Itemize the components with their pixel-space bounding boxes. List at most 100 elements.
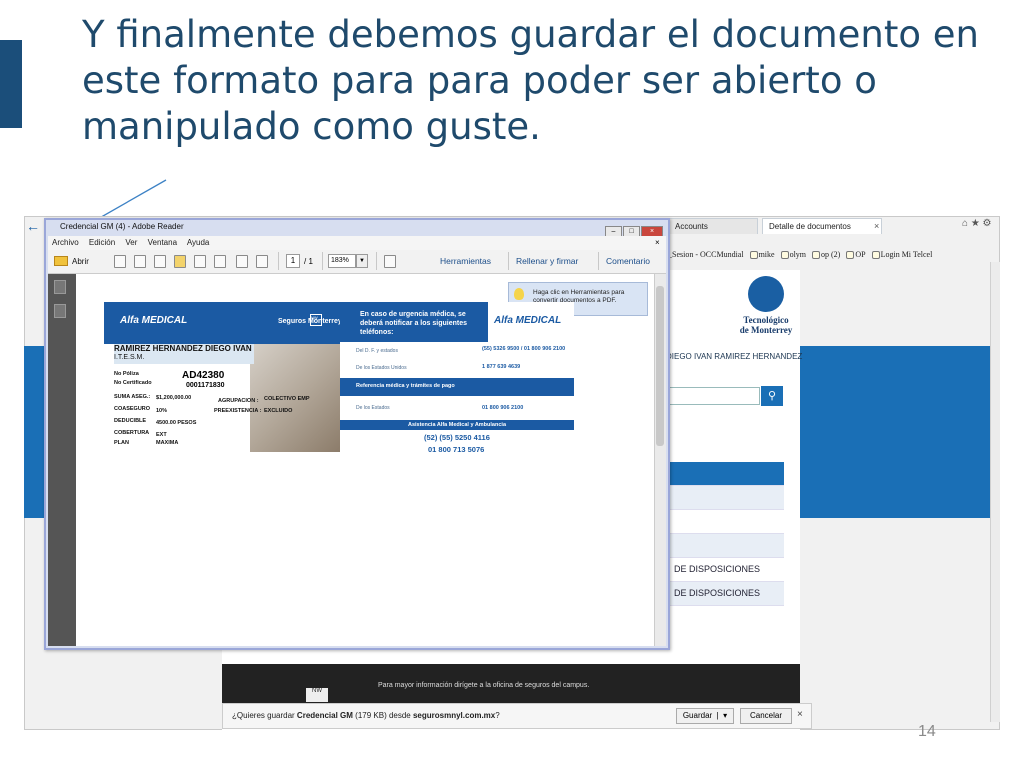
close-document-icon[interactable]: ×	[655, 238, 660, 247]
footer-logo: NW	[306, 688, 328, 702]
menu-ayuda[interactable]: Ayuda	[187, 238, 210, 247]
institution-logo: Tecnológico de Monterrey	[736, 276, 796, 335]
cert-label: No Certificado	[114, 380, 152, 386]
suma-label: SUMA ASEG.:	[114, 394, 151, 400]
urgency-text: En caso de urgencia médica, se deberá no…	[340, 302, 488, 342]
download-site: segurosmnyl.com.mx	[412, 711, 496, 720]
list-item[interactable]	[666, 486, 784, 510]
page-number: 14	[918, 723, 936, 740]
toolbar-separator	[278, 252, 279, 270]
folder-icon[interactable]	[174, 255, 186, 268]
cancel-button[interactable]: Cancelar	[740, 708, 792, 724]
close-icon[interactable]: ×	[797, 709, 803, 720]
preexistencia-value: EXCLUIDO	[264, 408, 293, 414]
toolbar-separator	[322, 252, 323, 270]
folder-icon	[54, 256, 68, 266]
coaseguro-value: 10%	[156, 408, 168, 414]
user-name: DIEGO IVAN RAMIREZ HERNANDEZ	[666, 352, 803, 361]
mail-icon[interactable]	[256, 255, 268, 268]
edit-icon[interactable]	[154, 255, 166, 268]
poliza-label: No Póliza	[114, 371, 139, 377]
list-item[interactable]: DE DISPOSICIONES	[666, 582, 784, 606]
scrollbar-thumb[interactable]	[656, 286, 664, 446]
list-item[interactable]	[666, 510, 784, 534]
lightbulb-icon	[514, 288, 524, 300]
save-button[interactable]: Guardar | ▾	[676, 708, 734, 724]
logo-line: de Monterrey	[739, 325, 793, 335]
tools-button[interactable]: Herramientas	[440, 256, 491, 266]
menu-ventana[interactable]: Ventana	[148, 238, 177, 247]
save-icon[interactable]	[214, 255, 226, 268]
browser-scrollbar[interactable]	[990, 262, 1000, 722]
suma-value: $1,200,000.00	[156, 395, 192, 401]
footer-text: Para mayor información dirígete a la ofi…	[378, 682, 590, 689]
df-label: Del D. F. y estados	[356, 348, 398, 354]
fit-page-icon[interactable]	[384, 255, 396, 268]
bookmark-item[interactable]: _Sesion - OCCMundial	[668, 250, 744, 259]
df-value: (55) 5326 9500 / 01 800 906 2100	[482, 346, 566, 352]
asistencia-bar: Asistencia Alfa Medical y Ambulancia	[340, 420, 574, 430]
cert-value: 0001171830	[186, 382, 225, 389]
convert-icon[interactable]	[134, 255, 146, 268]
print-icon[interactable]	[236, 255, 248, 268]
bookmarks-bar: _Sesion - OCCMundial mike olym op (2) OP…	[668, 250, 998, 264]
logo-line: Tecnológico	[743, 315, 789, 325]
toolbar-separator	[598, 252, 599, 270]
attachment-icon[interactable]	[54, 304, 66, 318]
pages-icon[interactable]	[54, 280, 66, 294]
cobertura-value: EXT	[156, 432, 167, 438]
preexistencia-label: PREEXISTENCIA :	[214, 408, 262, 414]
bookmark-item[interactable]: OP	[846, 250, 866, 260]
alfa-medical-logo: Alfa MEDICAL	[120, 315, 188, 326]
agrupacion-label: AGRUPACION :	[218, 398, 259, 404]
logo-emblem-icon	[748, 276, 784, 312]
page-icon	[871, 251, 880, 260]
browser-toolbar-icons[interactable]: ⌂ ★ ⚙	[962, 218, 992, 229]
fill-sign-button[interactable]: Rellenar y firmar	[516, 256, 578, 266]
page-number-input[interactable]: 1	[286, 254, 300, 268]
cloud-icon[interactable]	[194, 255, 206, 268]
navigation-pane	[48, 274, 76, 646]
cobertura-label: COBERTURA	[114, 430, 150, 436]
chevron-down-icon[interactable]: ▼	[356, 254, 368, 268]
bookmark-item[interactable]: Login Mi Telcel	[871, 250, 932, 260]
download-filename: Credencial GM	[296, 711, 353, 720]
open-button[interactable]: Abrir	[52, 254, 100, 270]
page-total: / 1	[304, 257, 313, 266]
tab-close-icon[interactable]: ×	[874, 221, 879, 231]
reader-menu-bar: Archivo Edición Ver Ventana Ayuda	[48, 236, 666, 250]
window-controls: – □ ×	[604, 220, 664, 237]
search-icon: ⚲	[767, 390, 777, 402]
toolbar-separator	[508, 252, 509, 270]
list-item[interactable]: DE DISPOSICIONES	[666, 558, 784, 582]
search-button[interactable]: ⚲	[761, 386, 783, 406]
alfa-medical-logo: Alfa MEDICAL	[494, 315, 562, 326]
page-icon	[846, 251, 855, 260]
tab-accounts[interactable]: Accounts	[668, 218, 758, 234]
zoom-input[interactable]: 183%	[328, 254, 356, 268]
chevron-down-icon[interactable]: ▾	[723, 711, 727, 720]
bookmark-item[interactable]: op (2)	[812, 250, 840, 260]
referencia-bar: Referencia médica y trámites de pago	[340, 378, 574, 396]
menu-archivo[interactable]: Archivo	[52, 238, 79, 247]
reader-window-title: Credencial GM (4) - Adobe Reader	[60, 222, 184, 231]
plan-value: MAXIMA	[156, 440, 179, 446]
page-icon	[780, 251, 789, 260]
slide-accent-bar	[0, 40, 22, 128]
bookmark-item[interactable]: mike	[749, 250, 775, 260]
deducible-label: DEDUCIBLE	[114, 418, 147, 424]
list-item[interactable]	[666, 534, 784, 558]
asistencia-phone: (52) (55) 5250 4116	[424, 433, 490, 442]
comment-button[interactable]: Comentario	[606, 256, 650, 266]
document-list: DE DISPOSICIONES DE DISPOSICIONES	[666, 462, 784, 606]
download-message: ¿Quieres guardar Credencial GM (179 KB) …	[232, 711, 500, 720]
us-value: 1 877 639 4639	[482, 364, 521, 370]
search-input[interactable]	[666, 387, 760, 405]
tab-detalle-documentos[interactable]: Detalle de documentos	[762, 218, 882, 234]
back-arrow-icon[interactable]: ←	[26, 218, 44, 234]
bookmark-item[interactable]: olym	[780, 250, 806, 260]
create-pdf-icon[interactable]	[114, 255, 126, 268]
menu-ver[interactable]: Ver	[125, 238, 137, 247]
menu-edicion[interactable]: Edición	[89, 238, 115, 247]
asistencia-phone: 01 800 713 5076	[428, 445, 485, 454]
